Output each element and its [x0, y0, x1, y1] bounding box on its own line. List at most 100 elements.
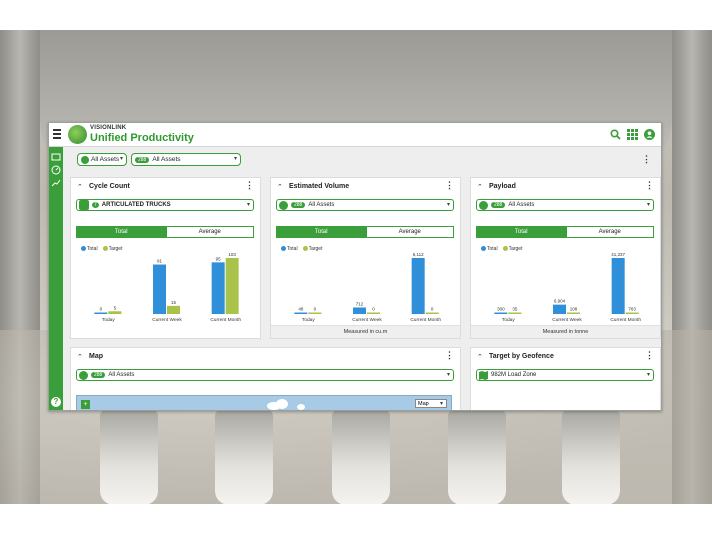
globe-icon: [79, 370, 88, 380]
tab-average[interactable]: Average: [365, 227, 453, 237]
map-card: ⌃ Map ⋮ 288 All Assets ▾ + Map ▾: [70, 347, 461, 410]
card-title: Payload: [489, 183, 516, 190]
bucket-tooth: [562, 410, 620, 504]
x-tick-label: Today: [502, 317, 515, 322]
chevron-down-icon: ▾: [119, 156, 123, 162]
bucket-tooth: [215, 410, 273, 504]
x-tick-label: Current Month: [410, 317, 441, 322]
map-cloud: [297, 404, 305, 410]
bar-value-label: 103: [228, 252, 236, 257]
asset-select[interactable]: 288 All Assets ▾: [476, 199, 654, 211]
target-by-geofence-card: ⌃ Target by Geofence ⋮ 982M Load Zone ▾: [470, 347, 661, 410]
globe-icon: [479, 200, 488, 210]
cycle-count-card: ⌃ Cycle Count ⋮ 7 ARTICULATED TRUCKS ▾ T…: [70, 177, 261, 339]
top-bar: VISIONLINK Unified Productivity: [49, 123, 661, 147]
chart-bar-total: [411, 258, 425, 314]
chevron-down-icon: ▾: [246, 202, 250, 208]
machine-type-select[interactable]: 7 ARTICULATED TRUCKS ▾: [76, 199, 254, 211]
chart-bar-total: [153, 264, 166, 314]
asset-count-badge: 288: [135, 156, 150, 163]
total-average-toggle: Total Average: [476, 226, 654, 238]
map-type-label: Map: [418, 401, 429, 407]
bar-value-label: 108: [570, 307, 578, 312]
unit-footer: Measured in cu.m: [271, 325, 460, 338]
bar-value-label: 0: [100, 307, 103, 312]
apps-grid-icon[interactable]: [626, 128, 638, 140]
card-title: Target by Geofence: [489, 353, 554, 360]
chart-bar-target: [625, 312, 639, 314]
geofence-select[interactable]: 982M Load Zone ▾: [476, 369, 654, 381]
bar-value-label: 0: [372, 307, 375, 312]
settings-icon: [79, 200, 89, 210]
chart-bar-target: [567, 312, 580, 314]
help-icon[interactable]: ?: [51, 397, 61, 407]
chevron-down-icon: ▾: [446, 372, 450, 378]
menu-icon[interactable]: [53, 129, 61, 139]
x-tick-label: Current Week: [352, 317, 382, 322]
chevron-up-icon[interactable]: ⌃: [77, 353, 83, 361]
chart-bar-total: [553, 304, 566, 314]
kebab-icon[interactable]: ⋮: [445, 351, 454, 360]
chart-bar-target: [225, 258, 239, 314]
x-tick-label: Current Week: [152, 317, 182, 323]
tab-average[interactable]: Average: [165, 227, 253, 237]
tab-average[interactable]: Average: [565, 227, 653, 237]
left-nav: ?: [49, 147, 63, 410]
asset-select-label: All Assets: [308, 202, 335, 208]
kebab-icon[interactable]: ⋮: [642, 155, 651, 164]
zoom-in-button[interactable]: +: [81, 400, 90, 409]
tab-total[interactable]: Total: [277, 227, 366, 237]
bar-value-label: 41,337: [611, 252, 625, 257]
asset-count-badge: 288: [491, 202, 506, 208]
chart-bar-target: [367, 312, 380, 314]
globe-icon: [279, 200, 288, 210]
chart-bar-target: [508, 312, 522, 314]
asset-group-select[interactable]: All Assets ▾: [77, 153, 127, 166]
bar-value-label: 15: [171, 300, 177, 305]
cycle-count-chart: 0 5 Today 91 15 Current Week 95 103 Current Mont…: [94, 252, 241, 323]
bar-value-label: 763: [628, 307, 636, 312]
bar-value-label: 5: [114, 305, 117, 310]
geofence-label: 982M Load Zone: [491, 372, 537, 378]
chevron-up-icon[interactable]: ⌃: [77, 183, 83, 191]
card-title: Map: [89, 353, 103, 360]
kebab-icon[interactable]: ⋮: [245, 181, 254, 190]
brand-name: VISIONLINK: [90, 125, 127, 131]
asset-select[interactable]: 288 All Assets ▾: [276, 199, 454, 211]
chart-bar-target: [108, 311, 122, 314]
asset-select[interactable]: 288 All Assets ▾: [76, 369, 454, 381]
x-tick-label: Current Month: [610, 317, 641, 322]
search-icon[interactable]: [609, 128, 621, 140]
map-type-select[interactable]: Map ▾: [415, 399, 447, 408]
chevron-up-icon[interactable]: ⌃: [477, 183, 483, 191]
map-view[interactable]: + Map ▾: [76, 395, 452, 410]
chart-bar-total: [353, 307, 366, 314]
kebab-icon[interactable]: ⋮: [445, 181, 454, 190]
filter-bar: All Assets ▾ 288 All Assets ▾ ⋮: [63, 147, 661, 171]
bar-value-label: 0: [431, 307, 434, 312]
kebab-icon[interactable]: ⋮: [645, 351, 654, 360]
total-average-toggle: Total Average: [276, 226, 454, 238]
trend-icon[interactable]: [51, 175, 61, 187]
kebab-icon[interactable]: ⋮: [645, 181, 654, 190]
chart-bar-total: [294, 312, 308, 314]
bar-value-label: 91: [157, 259, 163, 264]
tab-total[interactable]: Total: [77, 227, 166, 237]
user-icon[interactable]: [643, 128, 655, 140]
folder-icon[interactable]: [51, 149, 61, 161]
asset-select[interactable]: 288 All Assets ▾: [131, 153, 241, 166]
chevron-up-icon[interactable]: ⌃: [277, 183, 283, 191]
x-tick-label: Current Month: [210, 317, 241, 323]
estimated-volume-chart: 48 0 Today 712 0 Current Week 6,112 0 Current Mo…: [294, 252, 441, 322]
chevron-up-icon[interactable]: ⌃: [477, 353, 483, 361]
app-title: Unified Productivity: [90, 132, 194, 144]
map-icon: [479, 370, 488, 380]
payload-chart: 300 35 Today 6,904 108 Current Week 41,337 763 C…: [494, 252, 641, 322]
x-tick-label: Today: [102, 317, 115, 323]
x-tick-label: Today: [302, 317, 315, 322]
chart-bar-total: [611, 258, 625, 314]
bucket-tooth: [332, 410, 390, 504]
tab-total[interactable]: Total: [477, 227, 566, 237]
payload-card: ⌃ Payload ⋮ 288 All Assets ▾ Total Avera…: [470, 177, 661, 339]
gauge-icon[interactable]: [51, 162, 61, 175]
